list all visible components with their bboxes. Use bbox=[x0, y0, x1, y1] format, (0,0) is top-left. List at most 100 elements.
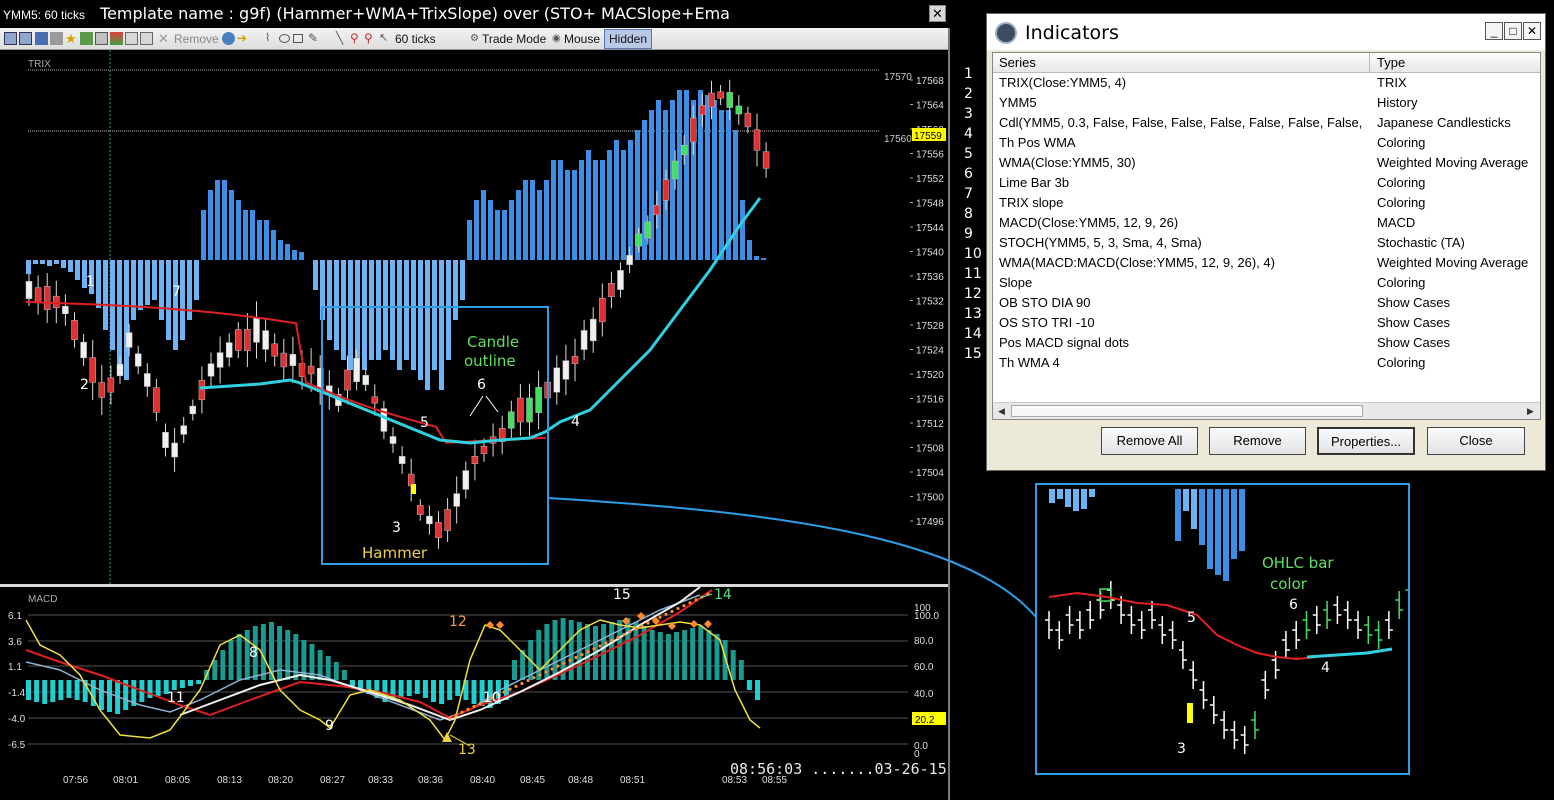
ticks-selector[interactable]: 60 ticks bbox=[395, 32, 436, 46]
hidden-button[interactable]: Hidden bbox=[604, 29, 653, 49]
indicator-row[interactable]: Slope Coloring bbox=[993, 273, 1540, 293]
signal-dot bbox=[448, 716, 452, 720]
chart-canvas[interactable]: TRIX 17570 17560 17568175641756017556175… bbox=[0, 50, 948, 800]
trix-bar bbox=[761, 258, 766, 260]
candle-body bbox=[662, 179, 670, 201]
minimize-button[interactable]: _ bbox=[1485, 22, 1503, 40]
column-header-type[interactable]: Type bbox=[1377, 55, 1405, 70]
dialog-title-bar[interactable]: Indicators _ □ ✕ bbox=[987, 14, 1545, 50]
candle-body bbox=[753, 129, 761, 151]
scroll-thumb[interactable] bbox=[1011, 405, 1363, 417]
horizontal-scrollbar[interactable]: ◀ ▶ bbox=[993, 402, 1540, 419]
candle-body bbox=[735, 105, 743, 115]
indicator-series: TRIX slope bbox=[999, 195, 1064, 210]
candle-body bbox=[180, 425, 187, 435]
macd-bar bbox=[341, 670, 347, 680]
arrow-right-icon[interactable]: ➔ bbox=[237, 32, 250, 45]
macd-bar bbox=[333, 662, 339, 680]
candle-body bbox=[34, 287, 42, 303]
dialog-close-icon[interactable]: ✕ bbox=[1523, 22, 1541, 40]
indicator-row[interactable]: TRIX slope Coloring bbox=[993, 193, 1540, 213]
indicator-row[interactable]: Th Pos WMA Coloring bbox=[993, 133, 1540, 153]
trix-bar bbox=[180, 260, 185, 340]
ellipse-icon[interactable] bbox=[279, 34, 290, 43]
properties-button[interactable]: Properties... bbox=[1317, 427, 1415, 455]
remove-icon[interactable]: ✕ bbox=[158, 32, 171, 45]
column-header-series[interactable]: Series bbox=[999, 55, 1036, 70]
star-icon[interactable]: ★ bbox=[65, 32, 78, 45]
template-icon[interactable] bbox=[80, 32, 93, 45]
indicator-row[interactable]: STOCH(YMM5, 5, 3, Sma, 4, Sma) Stochastic… bbox=[993, 233, 1540, 253]
chart-title-bar[interactable]: YMM5: 60 ticks Template name : g9f) (Ham… bbox=[0, 0, 950, 28]
indicator-row[interactable]: Lime Bar 3b Coloring bbox=[993, 173, 1540, 193]
magnify-plus-icon[interactable]: ⚲ bbox=[350, 32, 363, 45]
remove-all-button[interactable]: Remove All bbox=[1101, 427, 1198, 455]
close-button[interactable]: Close bbox=[1427, 427, 1525, 455]
scroll-right-icon[interactable]: ▶ bbox=[1523, 404, 1538, 418]
candle-body bbox=[517, 397, 524, 423]
indicator-list[interactable]: Series Type TRIX(Close:YMM5, 4) TRIX YMM5 H… bbox=[992, 52, 1541, 420]
candle-body bbox=[762, 151, 770, 169]
indicator-series: TRIX(Close:YMM5, 4) bbox=[999, 75, 1127, 90]
trix-bar bbox=[684, 90, 689, 260]
trade-mode-button[interactable]: Trade Mode bbox=[482, 32, 546, 46]
trix-bar bbox=[719, 110, 724, 260]
mouse-button[interactable]: Mouse bbox=[564, 32, 600, 46]
line-icon[interactable]: ╲ bbox=[336, 32, 349, 45]
indicator-row[interactable]: WMA(Close:YMM5, 30) Weighted Moving Avera… bbox=[993, 153, 1540, 173]
time-tick-label: 08:51 bbox=[620, 775, 645, 786]
indicator-row[interactable]: Pos MACD signal dots Show Cases bbox=[993, 333, 1540, 353]
time-tick-label: 08:01 bbox=[113, 775, 138, 786]
macd-bar bbox=[350, 680, 355, 686]
zoom-icon[interactable] bbox=[19, 32, 32, 45]
inset-trix-bar bbox=[1081, 489, 1087, 509]
candle-body bbox=[235, 329, 242, 351]
indicator-row[interactable]: WMA(MACD:MACD(Close:YMM5, 12, 9, 26), 4)… bbox=[993, 253, 1540, 273]
indicator-row[interactable]: YMM5 History bbox=[993, 93, 1540, 113]
pencil-icon[interactable]: ✎ bbox=[308, 32, 321, 45]
trix-bar bbox=[68, 260, 73, 272]
inset-trix-bar bbox=[1231, 489, 1237, 559]
trix-bar bbox=[173, 260, 178, 350]
candle-body bbox=[398, 456, 406, 464]
scroll-left-icon[interactable]: ◀ bbox=[994, 404, 1009, 418]
refresh-icon[interactable] bbox=[222, 32, 235, 45]
signal-dot bbox=[460, 710, 464, 714]
list-icon[interactable] bbox=[140, 32, 153, 45]
signal-dot bbox=[598, 644, 602, 648]
price-tick-label: 17564 bbox=[916, 101, 944, 112]
row-number: 10 bbox=[964, 246, 982, 262]
print-icon[interactable] bbox=[50, 32, 63, 45]
crosshair-icon[interactable] bbox=[4, 32, 17, 45]
indicator-row[interactable]: MACD(Close:YMM5, 12, 9, 26) MACD bbox=[993, 213, 1540, 233]
macd-bar bbox=[406, 680, 412, 696]
indicators-icon[interactable] bbox=[95, 32, 108, 45]
candle-body bbox=[344, 369, 351, 391]
dialog-title: Indicators bbox=[1025, 22, 1119, 44]
signal-dot bbox=[586, 650, 590, 654]
signal-dot bbox=[574, 655, 578, 660]
maximize-button[interactable]: □ bbox=[1504, 22, 1522, 40]
cursor-icon[interactable]: ↖ bbox=[379, 32, 392, 45]
macd-bar bbox=[98, 680, 104, 710]
indicator-row[interactable]: TRIX(Close:YMM5, 4) TRIX bbox=[993, 73, 1540, 93]
signal-dot bbox=[580, 653, 584, 657]
magnify-minus-icon[interactable]: ⚲ bbox=[364, 32, 377, 45]
trix-bar bbox=[159, 260, 164, 320]
color-icon[interactable] bbox=[110, 32, 123, 45]
indicator-row[interactable]: Th WMA 4 Coloring bbox=[993, 353, 1540, 373]
indicator-row[interactable]: OS STO TRI -10 Show Cases bbox=[993, 313, 1540, 333]
remove-button[interactable]: Remove bbox=[174, 32, 219, 46]
draw-line-icon[interactable]: ⌇ bbox=[265, 32, 278, 45]
indicator-row[interactable]: Cdl(YMM5, 0.3, False, False, False, Fals… bbox=[993, 113, 1540, 133]
rectangle-icon[interactable] bbox=[293, 34, 303, 43]
trix-bar bbox=[145, 260, 150, 305]
chart-close-button[interactable]: ✕ bbox=[929, 5, 946, 22]
signal-dot bbox=[550, 667, 554, 671]
candle-body bbox=[708, 92, 715, 108]
remove-button[interactable]: Remove bbox=[1209, 427, 1306, 455]
trix-bar bbox=[705, 95, 710, 260]
copy-icon[interactable] bbox=[125, 32, 138, 45]
indicator-row[interactable]: OB STO DIA 90 Show Cases bbox=[993, 293, 1540, 313]
save-icon[interactable] bbox=[35, 32, 48, 45]
